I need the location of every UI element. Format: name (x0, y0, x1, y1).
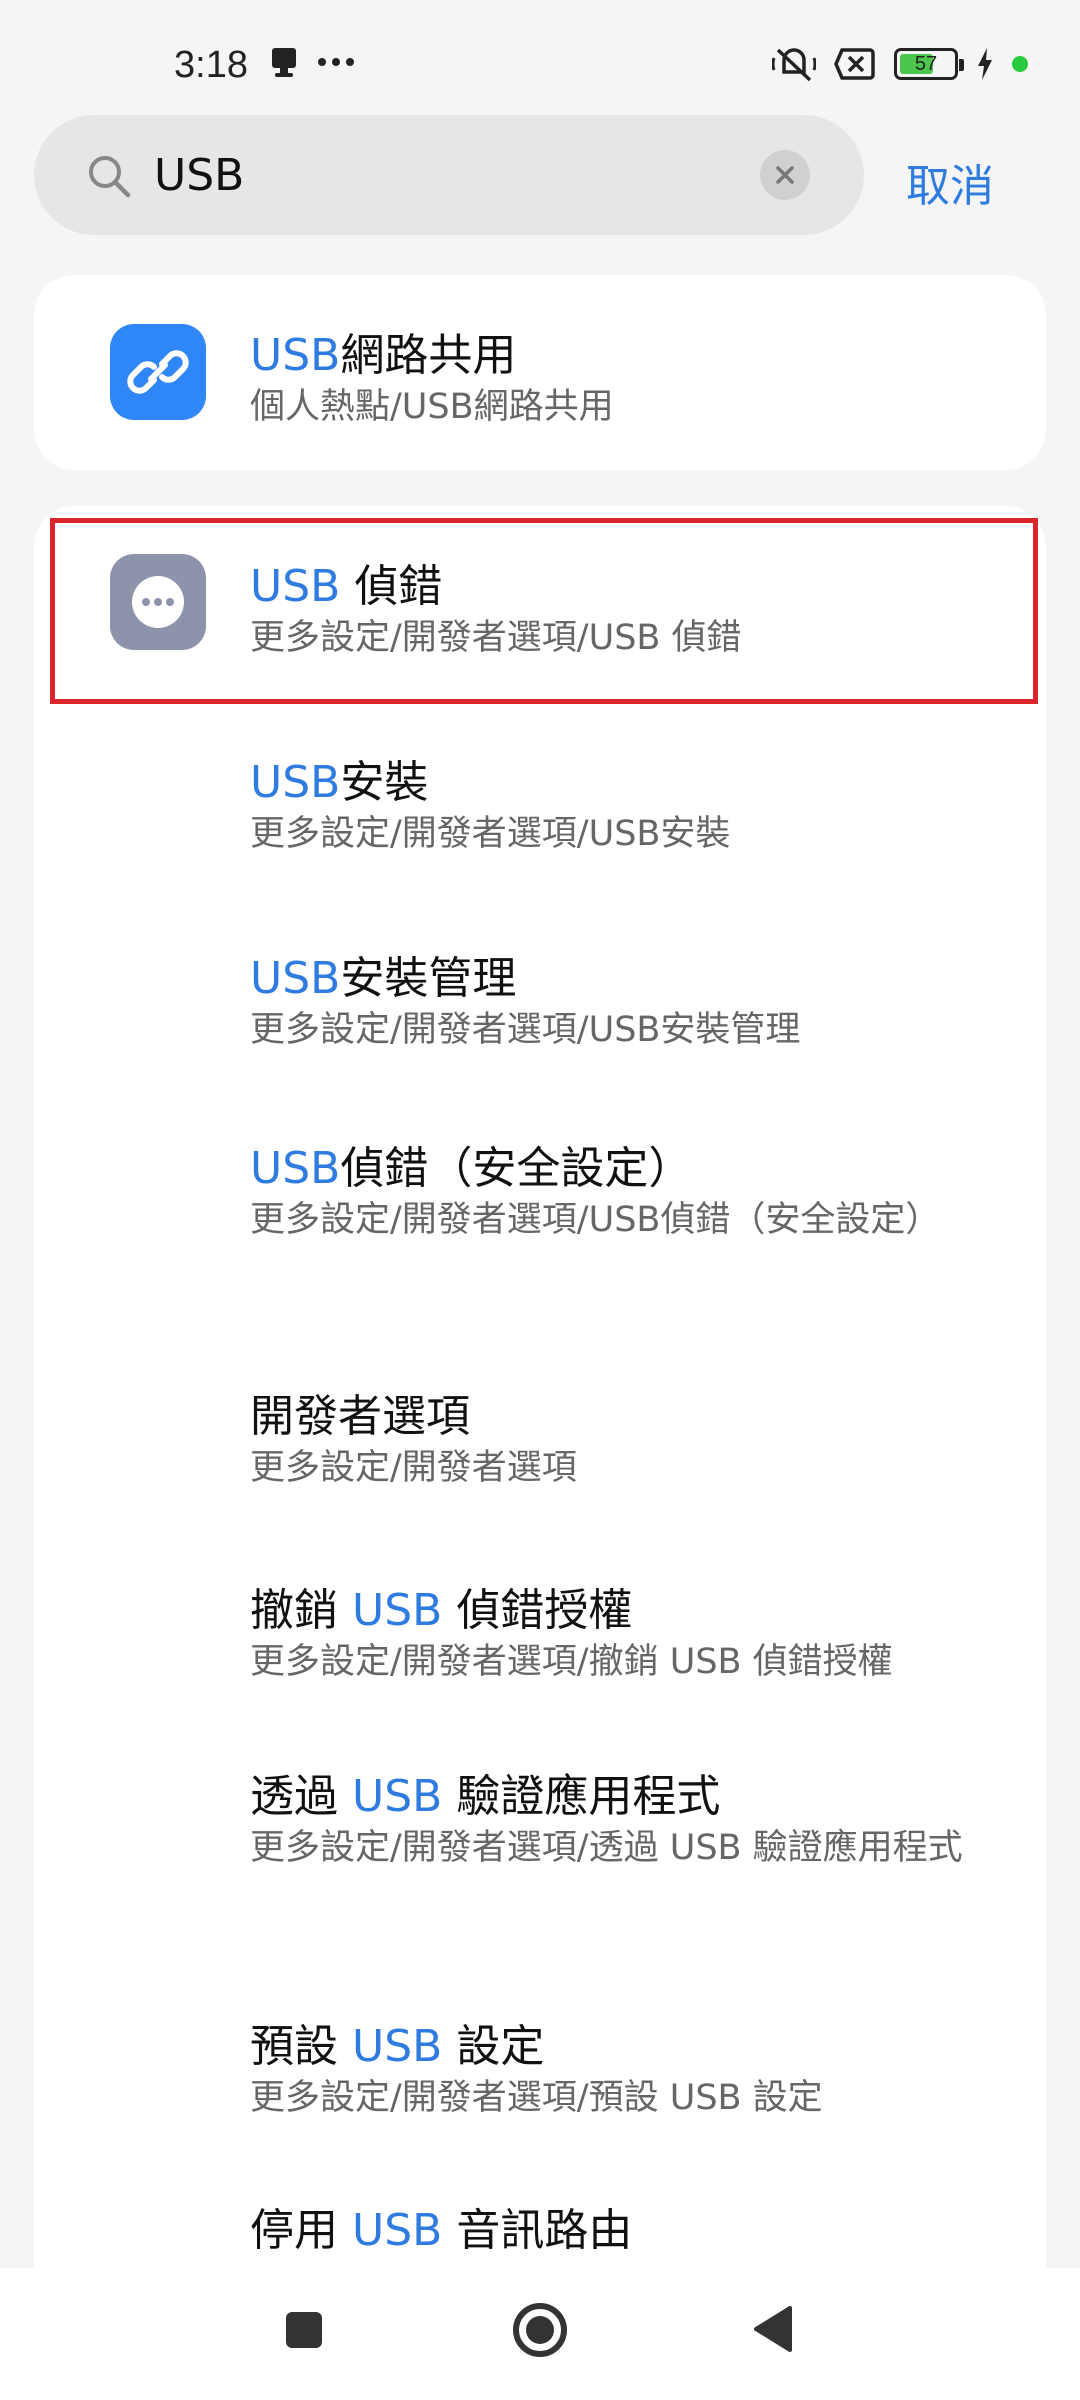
result-item[interactable]: USB網路共用 個人熱點/USB網路共用 (34, 275, 1046, 470)
result-title: USB安裝管理 (250, 953, 517, 1004)
privacy-indicator-dot (1012, 56, 1028, 72)
search-input[interactable] (154, 115, 754, 235)
result-title: USB安裝 (250, 757, 429, 808)
result-item[interactable]: USB安裝 更多設定/開發者選項/USB安裝 (34, 706, 1046, 902)
result-item[interactable]: USB偵錯（安全設定） 更多設定/開發者選項/USB偵錯（安全設定） (34, 1096, 1046, 1344)
selection-highlight (50, 518, 1038, 704)
result-subtitle: 更多設定/開發者選項/USB安裝 (250, 814, 731, 854)
result-subtitle: 更多設定/開發者選項/USB偵錯（安全設定） (250, 1200, 941, 1240)
result-subtitle: 更多設定/開發者選項/透過 USB 驗證應用程式 (250, 1828, 963, 1868)
square-icon (286, 2312, 322, 2348)
battery-icon: 57 (894, 48, 964, 80)
more-icon (316, 56, 356, 68)
result-title: USB網路共用 (250, 330, 517, 381)
result-card-hotspot: USB網路共用 個人熱點/USB網路共用 (34, 275, 1046, 470)
result-item[interactable]: 透過 USB 驗證應用程式 更多設定/開發者選項/透過 USB 驗證應用程式 (34, 1728, 1046, 1978)
result-item[interactable]: USB安裝管理 更多設定/開發者選項/USB安裝管理 (34, 902, 1046, 1096)
result-subtitle: 更多設定/開發者選項/預設 USB 設定 (250, 2078, 823, 2118)
result-item[interactable]: 撤銷 USB 偵錯授權 更多設定/開發者選項/撤銷 USB 偵錯授權 (34, 1538, 1046, 1728)
mute-icon (772, 44, 816, 84)
result-title: 透過 USB 驗證應用程式 (250, 1771, 721, 1822)
back-button[interactable] (752, 2304, 796, 2358)
result-title: 撤銷 USB 偵錯授權 (250, 1585, 633, 1636)
recents-button[interactable] (282, 2308, 326, 2356)
back-triangle-icon (754, 2306, 792, 2352)
home-button[interactable] (510, 2300, 570, 2364)
result-card-developer: USB 偵錯 更多設定/開發者選項/USB 偵錯 USB安裝 更多設定/開發者選… (34, 506, 1046, 2400)
search-box[interactable] (34, 115, 864, 235)
home-circle-icon (513, 2303, 567, 2357)
result-title: 開發者選項 (250, 1391, 470, 1442)
notification-icon (266, 44, 302, 80)
result-subtitle: 個人熱點/USB網路共用 (250, 387, 614, 427)
status-bar: 3:18 57 (0, 0, 1080, 130)
link-icon (110, 324, 206, 420)
result-subtitle: 更多設定/開發者選項/撤銷 USB 偵錯授權 (250, 1642, 893, 1682)
result-item[interactable]: 開發者選項 更多設定/開發者選項 (34, 1344, 1046, 1538)
result-subtitle: 更多設定/開發者選項 (250, 1448, 577, 1488)
clear-search-button[interactable] (760, 150, 810, 200)
battery-level: 57 (914, 52, 938, 75)
result-title: USB偵錯（安全設定） (250, 1143, 693, 1194)
status-time: 3:18 (174, 44, 248, 86)
result-item[interactable]: 預設 USB 設定 更多設定/開發者選項/預設 USB 設定 (34, 1978, 1046, 2166)
search-icon (86, 153, 132, 203)
close-icon (776, 166, 794, 184)
charging-icon (976, 48, 994, 80)
result-title: 停用 USB 音訊路由 (250, 2205, 633, 2256)
cancel-button[interactable]: 取消 (906, 150, 994, 214)
navigation-bar (0, 2268, 1080, 2400)
result-item[interactable]: 停用 USB 音訊路由 (34, 2166, 1046, 2276)
result-title: 預設 USB 設定 (250, 2021, 545, 2072)
result-subtitle: 更多設定/開發者選項/USB安裝管理 (250, 1010, 801, 1050)
no-sim-icon (834, 47, 876, 81)
